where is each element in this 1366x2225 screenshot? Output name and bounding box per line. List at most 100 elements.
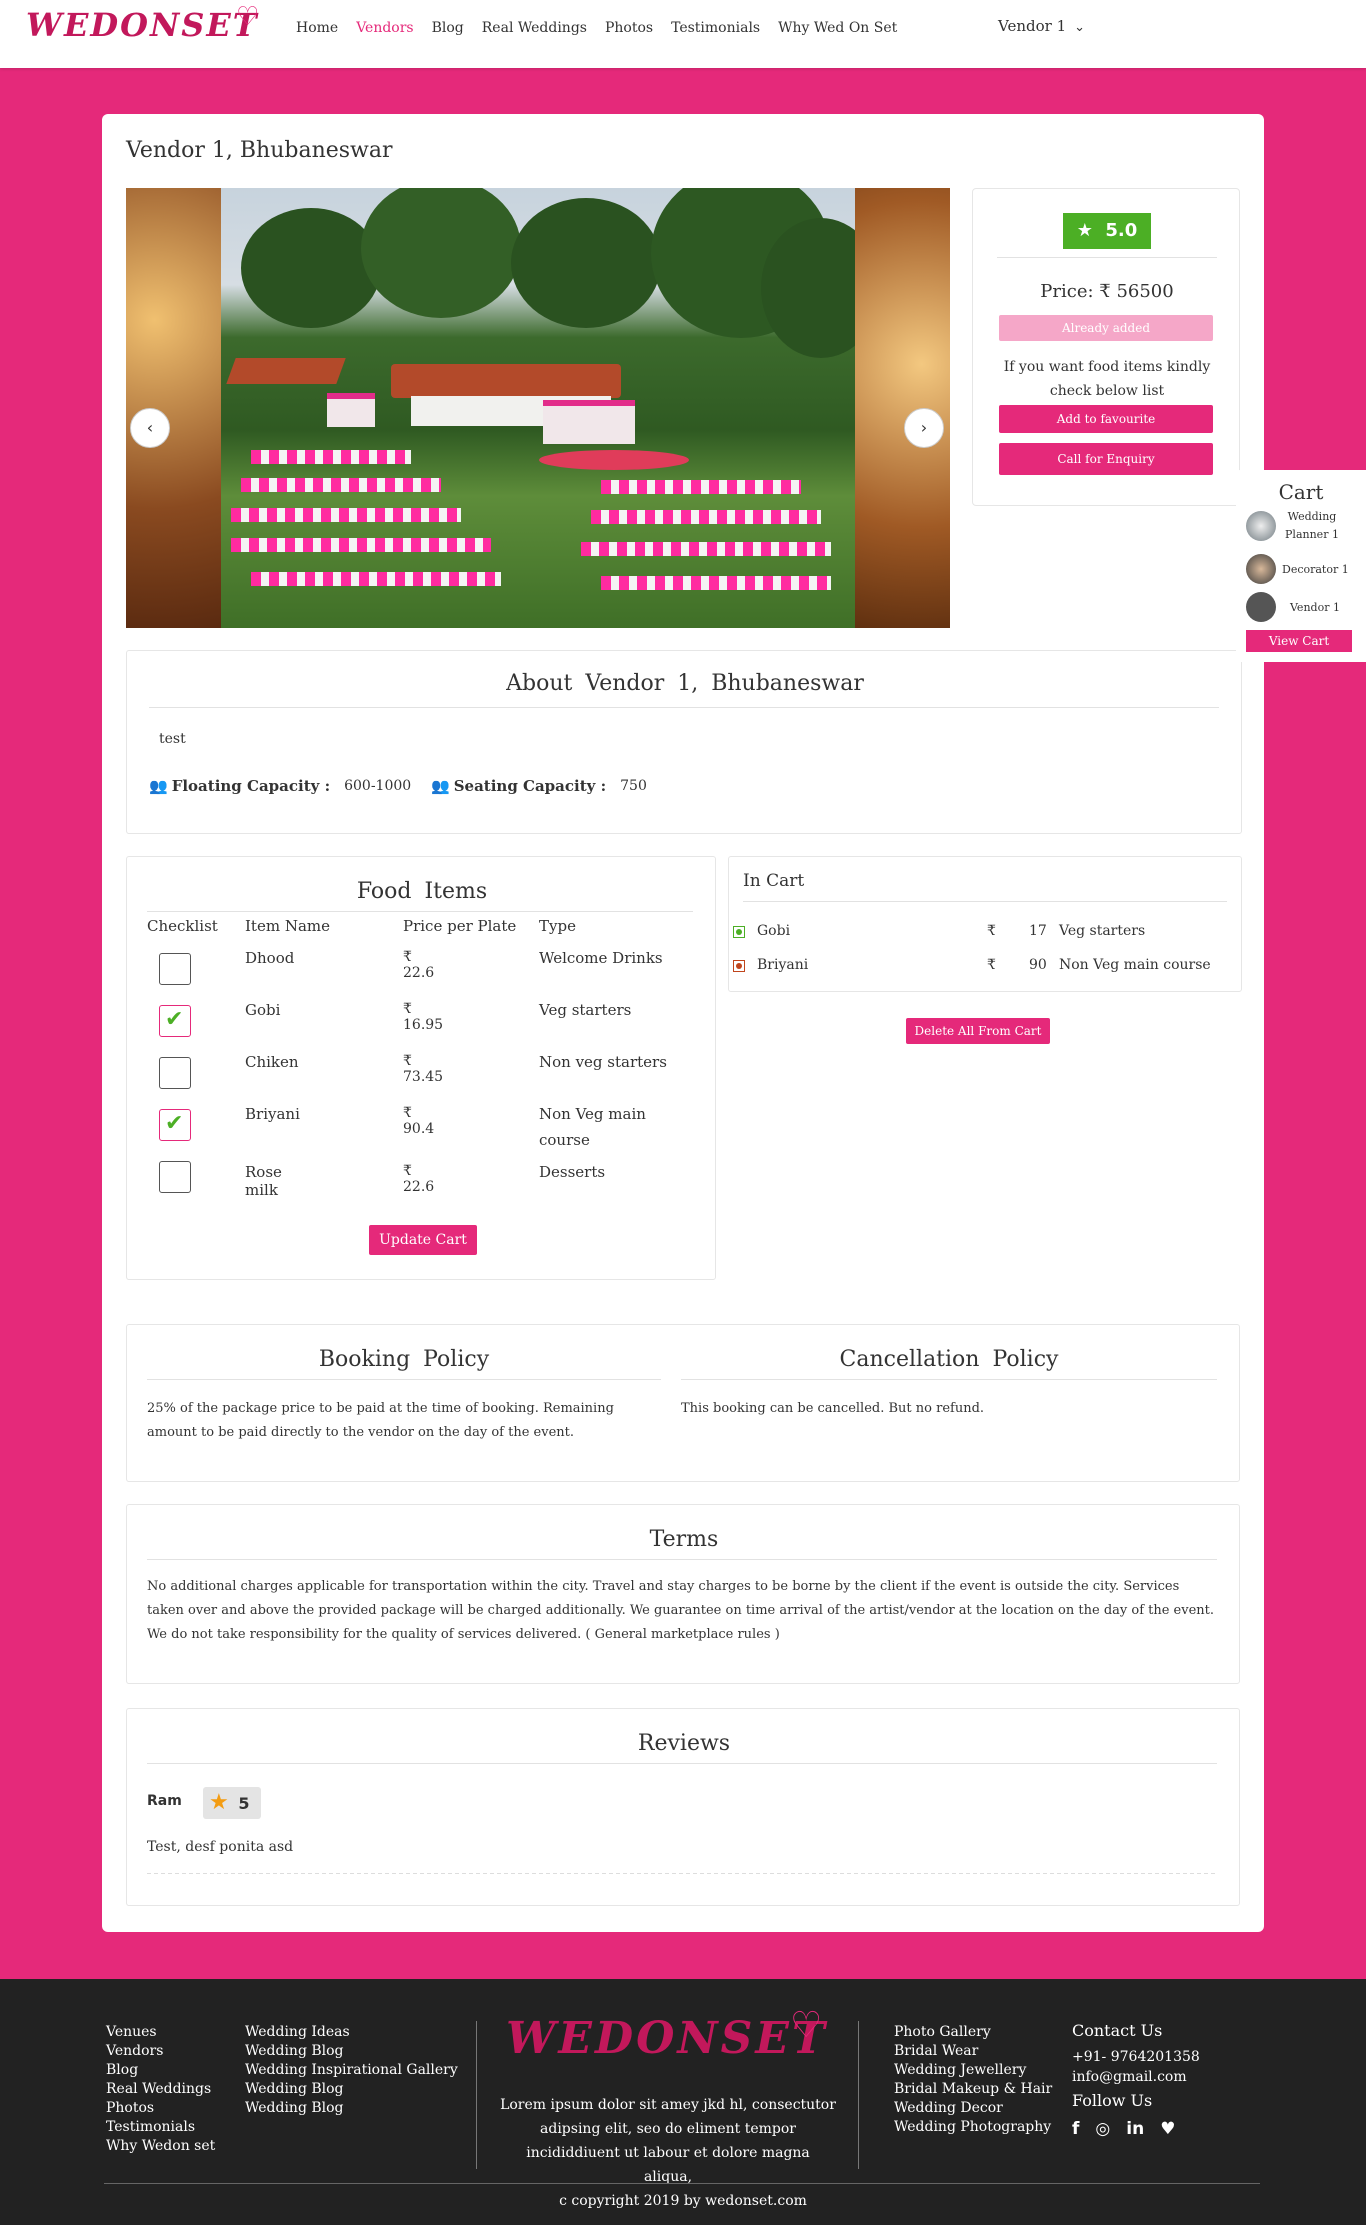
twitter-icon[interactable]: ♥ <box>1160 2119 1175 2139</box>
already-added-button[interactable]: Already added <box>999 315 1213 341</box>
footer-link[interactable]: Vendors <box>106 2042 215 2061</box>
footer-link[interactable]: Wedding Decor <box>894 2099 1052 2118</box>
carousel-prev-button[interactable]: ‹ <box>130 408 170 448</box>
food-item-checkbox[interactable] <box>159 1057 191 1089</box>
add-to-favourite-button[interactable]: Add to favourite <box>999 405 1213 433</box>
cart-widget-item[interactable]: Decorator 1 <box>1246 554 1349 584</box>
review-text: Test, desf ponita asd <box>147 1839 294 1855</box>
contact-phone[interactable]: +91- 9764201358 <box>1072 2047 1200 2067</box>
footer-link[interactable]: Wedding Blog <box>245 2042 458 2061</box>
divider <box>147 1559 1217 1560</box>
linkedin-icon[interactable]: in <box>1126 2119 1144 2139</box>
carousel-main-image <box>221 188 855 628</box>
nav-link-why-wed-on-set[interactable]: Why Wed On Set <box>778 20 897 36</box>
terms-heading: Terms <box>649 1527 719 1552</box>
view-cart-button[interactable]: View Cart <box>1246 630 1352 652</box>
floating-capacity-value: 600-1000 <box>344 778 412 794</box>
footer-link[interactable]: Photos <box>106 2099 215 2118</box>
nav-link-blog[interactable]: Blog <box>432 20 464 36</box>
food-item-checkbox[interactable] <box>159 953 191 985</box>
footer-links-col1: Venues Vendors Blog Real Weddings Photos… <box>106 2023 215 2156</box>
cancellation-policy-heading: Cancellation Policy <box>839 1347 1059 1372</box>
footer-link[interactable]: Testimonials <box>106 2118 215 2137</box>
item-price: ₹ 22.6 <box>403 949 435 981</box>
item-price: ₹ 73.45 <box>403 1053 444 1085</box>
cart-widget-item[interactable]: Wedding Planner 1 <box>1246 508 1342 544</box>
footer-link[interactable]: Blog <box>106 2061 215 2080</box>
footer-link[interactable]: Wedding Photography <box>894 2118 1052 2137</box>
footer-blurb: Lorem ipsum dolor sit amey jkd hl, conse… <box>500 2097 836 2185</box>
footer-link[interactable]: Wedding Blog <box>245 2080 458 2099</box>
chevron-down-icon: ⌄ <box>1074 20 1086 35</box>
item-price: ₹ 22.6 <box>403 1163 435 1195</box>
star-icon: ★ <box>209 1790 229 1815</box>
people-icon: 👥 <box>149 777 168 795</box>
food-items-heading: Food Items <box>356 879 488 904</box>
about-card: About Vendor 1, Bhubaneswar test 👥 Float… <box>126 650 1242 834</box>
cart-widget-item-label: Vendor 1 <box>1290 600 1340 614</box>
divider <box>147 1379 661 1380</box>
footer-link[interactable]: Wedding Jewellery <box>894 2061 1052 2080</box>
policy-card: Booking Policy 25% of the package price … <box>126 1324 1240 1482</box>
contact-email[interactable]: info@gmail.com <box>1072 2067 1200 2087</box>
rating-badge: ★ 5.0 <box>1063 213 1151 249</box>
nav-link-photos[interactable]: Photos <box>605 20 653 36</box>
item-name: Dhood <box>245 949 295 967</box>
seating-capacity-label: Seating Capacity : <box>453 777 607 795</box>
footer-link[interactable]: Real Weddings <box>106 2080 215 2099</box>
price-label: Price: ₹ 56500 <box>1040 281 1174 302</box>
cart-item-thumbnail <box>1246 592 1276 622</box>
follow-heading: Follow Us <box>1072 2091 1153 2110</box>
cart-widget-item-label: Decorator 1 <box>1282 562 1349 576</box>
cart-widget-item-label: Wedding Planner 1 <box>1285 510 1339 541</box>
footer-link[interactable]: Wedding Inspirational Gallery <box>245 2061 458 2080</box>
update-cart-button[interactable]: Update Cart <box>369 1225 477 1255</box>
user-menu[interactable]: Vendor 1 ⌄ <box>998 17 1085 35</box>
nav-link-real-weddings[interactable]: Real Weddings <box>482 20 587 36</box>
footer-link[interactable]: Bridal Wear <box>894 2042 1052 2061</box>
call-for-enquiry-button[interactable]: Call for Enquiry <box>999 443 1213 475</box>
delete-all-from-cart-button[interactable]: Delete All From Cart <box>906 1018 1050 1044</box>
food-item-checkbox[interactable] <box>159 1005 191 1037</box>
footer-link[interactable]: Bridal Makeup & Hair <box>894 2080 1052 2099</box>
instagram-icon[interactable]: ◎ <box>1095 2119 1110 2139</box>
footer: Venues Vendors Blog Real Weddings Photos… <box>0 1979 1366 2225</box>
footer-link[interactable]: Wedding Blog <box>245 2099 458 2118</box>
carousel-next-image <box>855 188 950 628</box>
in-cart-heading: In Cart <box>743 871 805 891</box>
cart-item-type: Veg starters <box>1059 923 1146 939</box>
item-name: Rose milk <box>245 1163 282 1199</box>
item-type: Veg starters <box>539 1001 632 1019</box>
footer-link[interactable]: Photo Gallery <box>894 2023 1052 2042</box>
brand-logo[interactable]: WEDONSET <box>26 6 259 44</box>
food-item-checkbox[interactable] <box>159 1161 191 1193</box>
rating-value: 5.0 <box>1105 220 1138 241</box>
nav-link-vendors[interactable]: Vendors <box>356 20 413 36</box>
floating-capacity-label: Floating Capacity : <box>171 777 331 795</box>
food-item-checkbox[interactable] <box>159 1109 191 1141</box>
footer-link[interactable]: Why Wedon set <box>106 2137 215 2156</box>
star-icon: ★ <box>1076 220 1093 241</box>
food-items-note: If you want food items kindly check belo… <box>1003 359 1211 399</box>
seating-capacity-value: 750 <box>620 778 647 794</box>
nav-link-home[interactable]: Home <box>296 20 338 36</box>
cart-item-name: Gobi <box>757 923 791 939</box>
cart-widget-item[interactable]: Vendor 1 <box>1246 592 1340 622</box>
facebook-icon[interactable]: f <box>1072 2119 1079 2139</box>
cart-item-thumbnail <box>1246 554 1276 584</box>
cancellation-policy-text: This booking can be cancelled. But no re… <box>681 1401 985 1416</box>
footer-link[interactable]: Wedding Ideas <box>245 2023 458 2042</box>
floating-capacity: 👥 Floating Capacity : 600-1000 <box>149 777 411 795</box>
carousel-next-button[interactable]: › <box>904 408 944 448</box>
footer-divider <box>104 2183 1260 2184</box>
carousel-prev-image <box>126 188 221 628</box>
cart-item-type: Non Veg main course <box>1059 957 1211 973</box>
divider <box>147 911 693 912</box>
reviews-heading: Reviews <box>637 1731 731 1756</box>
rupee-icon: ₹ <box>987 923 996 939</box>
nav-link-testimonials[interactable]: Testimonials <box>671 20 760 36</box>
item-type: Non veg starters <box>539 1053 667 1071</box>
footer-link[interactable]: Venues <box>106 2023 215 2042</box>
vendor-detail-panel: Vendor 1, Bhubaneswar ‹ › ★ 5.0 Price: ₹… <box>102 114 1264 1932</box>
nav-links: Home Vendors Blog Real Weddings Photos T… <box>296 20 897 36</box>
